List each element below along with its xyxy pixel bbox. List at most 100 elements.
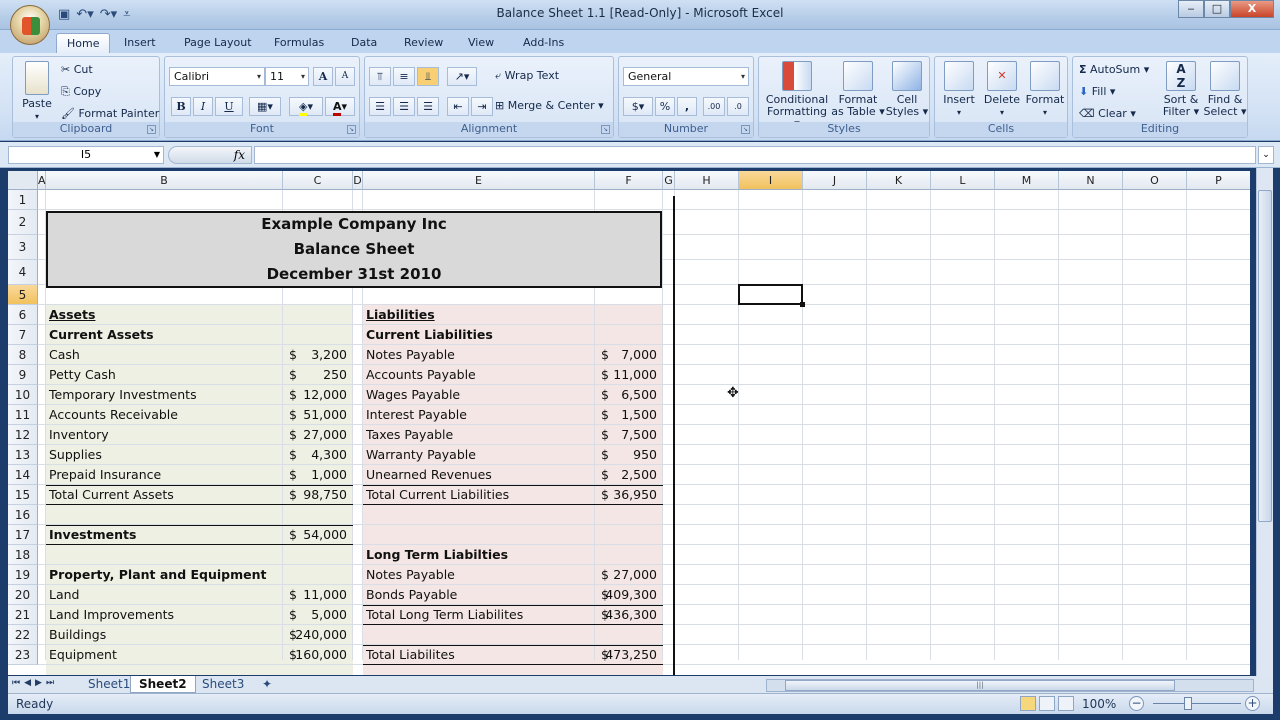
row-header-10[interactable]: 10 — [8, 385, 38, 405]
align-bottom-icon[interactable]: ⫫ — [417, 67, 439, 86]
fill-button[interactable]: ⬇ Fill ▾ — [1079, 85, 1115, 98]
redo-icon[interactable]: ↷▾ — [100, 7, 117, 22]
row-header-23[interactable]: 23 — [8, 645, 38, 665]
row-header-18[interactable]: 18 — [8, 545, 38, 565]
column-header-i[interactable]: I — [739, 171, 803, 190]
column-header-p[interactable]: P — [1187, 171, 1250, 190]
zoom-out-icon[interactable]: − — [1129, 696, 1144, 711]
bold-button[interactable]: B — [171, 97, 191, 116]
comma-button[interactable]: , — [677, 97, 697, 116]
cut-button[interactable]: ✂ Cut — [61, 63, 93, 76]
merge-center-button[interactable]: ⊞ Merge & Center ▾ — [495, 99, 604, 112]
increase-decimal-button[interactable]: .00 — [703, 97, 725, 116]
copy-button[interactable]: ⎘ Copy — [61, 85, 101, 99]
tab-formulas[interactable]: Formulas — [264, 33, 334, 53]
column-header-d[interactable]: D — [353, 171, 363, 190]
column-header-g[interactable]: G — [663, 171, 675, 190]
column-header-j[interactable]: J — [803, 171, 867, 190]
zoom-slider-knob[interactable] — [1184, 697, 1192, 710]
column-header-n[interactable]: N — [1059, 171, 1123, 190]
borders-button[interactable]: ▦▾ — [249, 97, 281, 116]
font-size-select[interactable]: 11 ▾ — [265, 67, 309, 86]
insert-function-button[interactable]: fx — [168, 146, 252, 164]
column-header-h[interactable]: H — [675, 171, 739, 190]
zoom-slider[interactable] — [1153, 703, 1241, 704]
row-header-21[interactable]: 21 — [8, 605, 38, 625]
increase-indent-icon[interactable]: ⇥ — [471, 97, 493, 116]
sort-filter-button[interactable]: AZ Sort & Filter ▾ — [1159, 61, 1203, 118]
vertical-scrollbar[interactable] — [1256, 168, 1273, 676]
selected-cell[interactable] — [738, 284, 805, 307]
paste-button[interactable]: Paste ▾ — [17, 61, 57, 123]
sheet-tab-sheet2[interactable]: Sheet2 — [130, 676, 196, 693]
number-format-select[interactable]: General ▾ — [623, 67, 749, 86]
row-header-1[interactable]: 1 — [8, 190, 38, 210]
sheet-navigation-icons[interactable]: ⏮◀▶⏭ — [12, 678, 58, 688]
orientation-icon[interactable]: ↗▾ — [447, 67, 477, 86]
normal-view-icon[interactable] — [1020, 696, 1036, 711]
vertical-scroll-thumb[interactable] — [1258, 190, 1272, 522]
delete-cells-button[interactable]: ✕ Delete ▾ — [981, 61, 1023, 119]
row-header-15[interactable]: 15 — [8, 485, 38, 505]
row-header-5[interactable]: 5 — [8, 285, 38, 305]
row-header-22[interactable]: 22 — [8, 625, 38, 645]
page-break-view-icon[interactable] — [1058, 696, 1074, 711]
zoom-level[interactable]: 100% — [1082, 697, 1116, 711]
maximize-button[interactable]: □ — [1204, 0, 1230, 18]
row-header-9[interactable]: 9 — [8, 365, 38, 385]
font-launcher-icon[interactable]: ↘ — [347, 125, 356, 134]
tab-view[interactable]: View — [458, 33, 504, 53]
percent-button[interactable]: % — [655, 97, 675, 116]
italic-button[interactable]: I — [193, 97, 213, 116]
grow-font-button[interactable]: A — [313, 67, 333, 86]
row-header-4[interactable]: 4 — [8, 260, 38, 285]
align-top-icon[interactable]: ⫪ — [369, 67, 391, 86]
number-launcher-icon[interactable]: ↘ — [741, 125, 750, 134]
cell-styles-button[interactable]: Cell Styles ▾ — [885, 61, 929, 118]
align-right-icon[interactable]: ☰ — [417, 97, 439, 116]
sheet-tab-sheet3[interactable]: Sheet3 — [194, 676, 252, 693]
horizontal-scrollbar[interactable]: ||| — [766, 679, 1254, 692]
row-header-17[interactable]: 17 — [8, 525, 38, 545]
align-left-icon[interactable]: ☰ — [369, 97, 391, 116]
column-header-c[interactable]: C — [283, 171, 353, 190]
alignment-launcher-icon[interactable]: ↘ — [601, 125, 610, 134]
fill-color-button[interactable]: ◈▾ — [289, 97, 323, 116]
format-as-table-button[interactable]: Format as Table ▾ — [831, 61, 885, 118]
conditional-formatting-button[interactable]: ConditionalFormatting ▾ — [763, 61, 831, 130]
save-icon[interactable]: ▣ — [58, 7, 70, 22]
shrink-font-button[interactable]: A — [335, 67, 355, 86]
format-cells-button[interactable]: Format ▾ — [1023, 61, 1067, 119]
column-header-e[interactable]: E — [363, 171, 595, 190]
autosum-button[interactable]: Σ AutoSum ▾ — [1079, 63, 1149, 76]
column-header-m[interactable]: M — [995, 171, 1059, 190]
row-header-19[interactable]: 19 — [8, 565, 38, 585]
font-color-button[interactable]: A▾ — [325, 97, 355, 116]
decrease-decimal-button[interactable]: .0 — [727, 97, 749, 116]
underline-button[interactable]: U — [215, 97, 243, 116]
column-header-k[interactable]: K — [867, 171, 931, 190]
row-header-2[interactable]: 2 — [8, 210, 38, 235]
row-header-16[interactable]: 16 — [8, 505, 38, 525]
column-header-f[interactable]: F — [595, 171, 663, 190]
tab-review[interactable]: Review — [394, 33, 453, 53]
office-button[interactable] — [10, 5, 50, 45]
tab-insert[interactable]: Insert — [114, 33, 166, 53]
row-header-20[interactable]: 20 — [8, 585, 38, 605]
row-header-13[interactable]: 13 — [8, 445, 38, 465]
zoom-in-icon[interactable]: + — [1245, 696, 1260, 711]
clear-button[interactable]: ⌫ Clear ▾ — [1079, 107, 1136, 120]
undo-icon[interactable]: ↶▾ — [76, 7, 93, 22]
worksheet-grid[interactable]: A B C D E F G H I J K L M N O P 1 2 3 4 5 6 7 8 9 10 11 12 13 14 15 16 1… — [8, 171, 1250, 675]
wrap-text-button[interactable]: ⤶ Wrap Text — [495, 69, 559, 83]
row-header-12[interactable]: 12 — [8, 425, 38, 445]
column-header-b[interactable]: B — [46, 171, 283, 190]
minimize-button[interactable]: ‒ — [1178, 0, 1204, 18]
accounting-format-icon[interactable]: $▾ — [623, 97, 653, 116]
find-select-button[interactable]: Find & Select ▾ — [1203, 61, 1247, 118]
page-layout-view-icon[interactable] — [1039, 696, 1055, 711]
tab-data[interactable]: Data — [341, 33, 387, 53]
tab-home[interactable]: Home — [56, 33, 111, 53]
row-header-11[interactable]: 11 — [8, 405, 38, 425]
select-all-button[interactable] — [8, 171, 38, 190]
